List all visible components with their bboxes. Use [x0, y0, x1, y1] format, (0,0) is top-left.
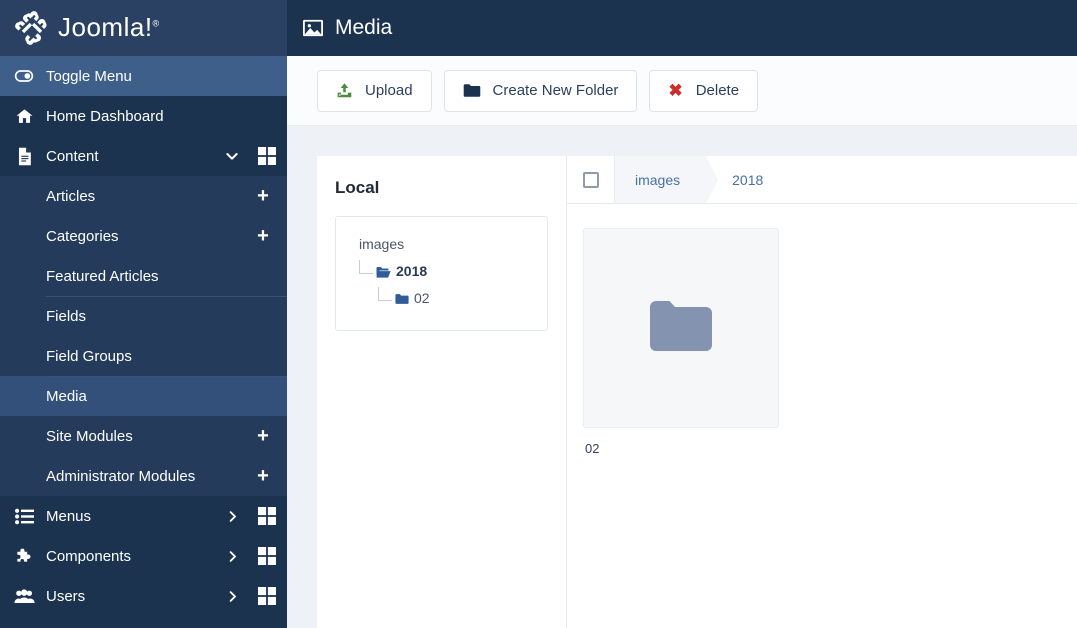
joomla-logo-icon	[14, 10, 50, 46]
breadcrumb-items: images 2018	[615, 156, 781, 204]
home-icon	[13, 107, 35, 126]
sidebar-item-label: Components	[46, 547, 132, 565]
tree-panel-title: Local	[335, 178, 380, 197]
tree-node-label: 2018	[396, 263, 428, 279]
list-icon	[13, 508, 35, 525]
grid-icon[interactable]	[247, 507, 287, 525]
tree-elbow	[359, 259, 373, 274]
sidebar-item-content[interactable]: Content	[0, 136, 287, 176]
toggle-switch-icon	[13, 66, 35, 86]
sidebar-item-components[interactable]: Components	[0, 536, 287, 576]
folder-icon	[463, 83, 481, 98]
media-thumbnail[interactable]	[583, 228, 779, 428]
chevron-right-icon[interactable]	[217, 549, 247, 564]
chevron-down-icon[interactable]	[217, 148, 247, 164]
upload-button[interactable]: Upload	[317, 69, 432, 112]
breadcrumb: images 2018	[567, 156, 1077, 204]
select-all-cell	[567, 156, 615, 203]
submenu-label: Site Modules	[46, 427, 133, 445]
sidebar-item-site-modules[interactable]: Site Modules +	[0, 416, 287, 456]
submenu-label: Articles	[46, 187, 96, 205]
sidebar-item-featured-articles[interactable]: Featured Articles	[0, 256, 287, 296]
submenu-label: Administrator Modules	[46, 467, 196, 485]
sidebar-item-articles[interactable]: Articles +	[0, 176, 287, 216]
users-icon	[13, 588, 35, 605]
tree-node-label: images	[359, 236, 405, 252]
sidebar: Joomla!® Toggle Menu Home Dashboard Cont…	[0, 0, 287, 628]
sidebar-item-menus[interactable]: Menus	[0, 496, 287, 536]
folder-closed-icon	[395, 293, 409, 305]
puzzle-icon	[13, 547, 35, 566]
content-submenu: Articles + Categories + Featured Article…	[0, 176, 287, 496]
tree-node-images[interactable]: images	[348, 231, 535, 258]
tree-node-label: 02	[414, 290, 430, 306]
tree-elbow	[378, 286, 392, 301]
media-grid: 02	[567, 204, 1077, 456]
media-item-label: 02	[585, 441, 600, 456]
app-root: Joomla!® Toggle Menu Home Dashboard Cont…	[0, 0, 1077, 628]
tree-node-02[interactable]: 02	[348, 285, 535, 312]
page-title: Media	[335, 16, 393, 39]
content-area: Local images 2018 02 images 2018 02	[287, 126, 1077, 628]
add-administrator-module-button[interactable]: +	[255, 466, 271, 486]
breadcrumb-item-2018[interactable]: 2018	[712, 156, 781, 203]
grid-icon[interactable]	[247, 147, 287, 165]
sidebar-item-media[interactable]: Media	[0, 376, 287, 416]
tree-node-2018[interactable]: 2018	[348, 258, 535, 285]
submenu-label: Media	[46, 387, 87, 405]
breadcrumb-item-images[interactable]: images	[615, 156, 719, 204]
brand-header[interactable]: Joomla!®	[0, 0, 287, 56]
page-header: Media	[287, 0, 1077, 56]
registered-mark: ®	[152, 17, 160, 28]
grid-icon[interactable]	[247, 547, 287, 565]
add-site-module-button[interactable]: +	[255, 426, 271, 446]
x-mark-icon: ✖	[668, 81, 683, 100]
sidebar-item-label: Users	[46, 587, 86, 605]
sidebar-item-label: Home Dashboard	[46, 107, 164, 125]
local-tree-panel: Local images 2018 02	[317, 156, 567, 628]
media-item-folder[interactable]: 02	[583, 228, 779, 456]
main-region: Media Upload Create New Folder ✖ Delete …	[287, 0, 1077, 628]
sidebar-item-home-dashboard[interactable]: Home Dashboard	[0, 96, 287, 136]
document-icon	[13, 147, 35, 166]
grid-icon[interactable]	[247, 587, 287, 605]
image-icon	[302, 18, 324, 38]
submenu-label: Fields	[46, 307, 87, 325]
sidebar-item-label: Menus	[46, 507, 92, 525]
add-article-button[interactable]: +	[255, 186, 271, 206]
upload-button-label: Upload	[365, 82, 413, 99]
sidebar-item-categories[interactable]: Categories +	[0, 216, 287, 256]
panels: Local images 2018 02 images 2018 02	[287, 126, 1077, 628]
sidebar-item-users[interactable]: Users	[0, 576, 287, 616]
create-new-folder-button[interactable]: Create New Folder	[443, 69, 638, 112]
brand-wordmark: Joomla!®	[58, 11, 160, 42]
media-browser-panel: images 2018 02	[567, 156, 1077, 628]
sidebar-toggle-label: Toggle Menu	[46, 67, 132, 85]
toolbar: Upload Create New Folder ✖ Delete	[287, 56, 1077, 126]
folder-tree: images 2018 02	[335, 216, 548, 331]
chevron-right-icon[interactable]	[217, 589, 247, 604]
sidebar-item-label: Content	[46, 147, 99, 165]
chevron-right-icon[interactable]	[217, 509, 247, 524]
sidebar-item-administrator-modules[interactable]: Administrator Modules +	[0, 456, 287, 496]
folder-thumb-icon	[650, 300, 712, 356]
delete-button-label: Delete	[695, 82, 740, 99]
submenu-label: Featured Articles	[46, 267, 159, 285]
delete-button[interactable]: ✖ Delete	[649, 69, 759, 112]
sidebar-item-field-groups[interactable]: Field Groups	[0, 336, 287, 376]
submenu-label: Field Groups	[46, 347, 132, 365]
submenu-label: Categories	[46, 227, 119, 245]
create-new-folder-button-label: Create New Folder	[492, 82, 619, 99]
add-category-button[interactable]: +	[255, 226, 271, 246]
upload-icon	[336, 82, 353, 99]
sidebar-item-fields[interactable]: Fields	[0, 296, 287, 336]
select-all-checkbox[interactable]	[582, 171, 599, 188]
sidebar-toggle-menu[interactable]: Toggle Menu	[0, 56, 287, 96]
folder-open-icon	[376, 266, 391, 278]
